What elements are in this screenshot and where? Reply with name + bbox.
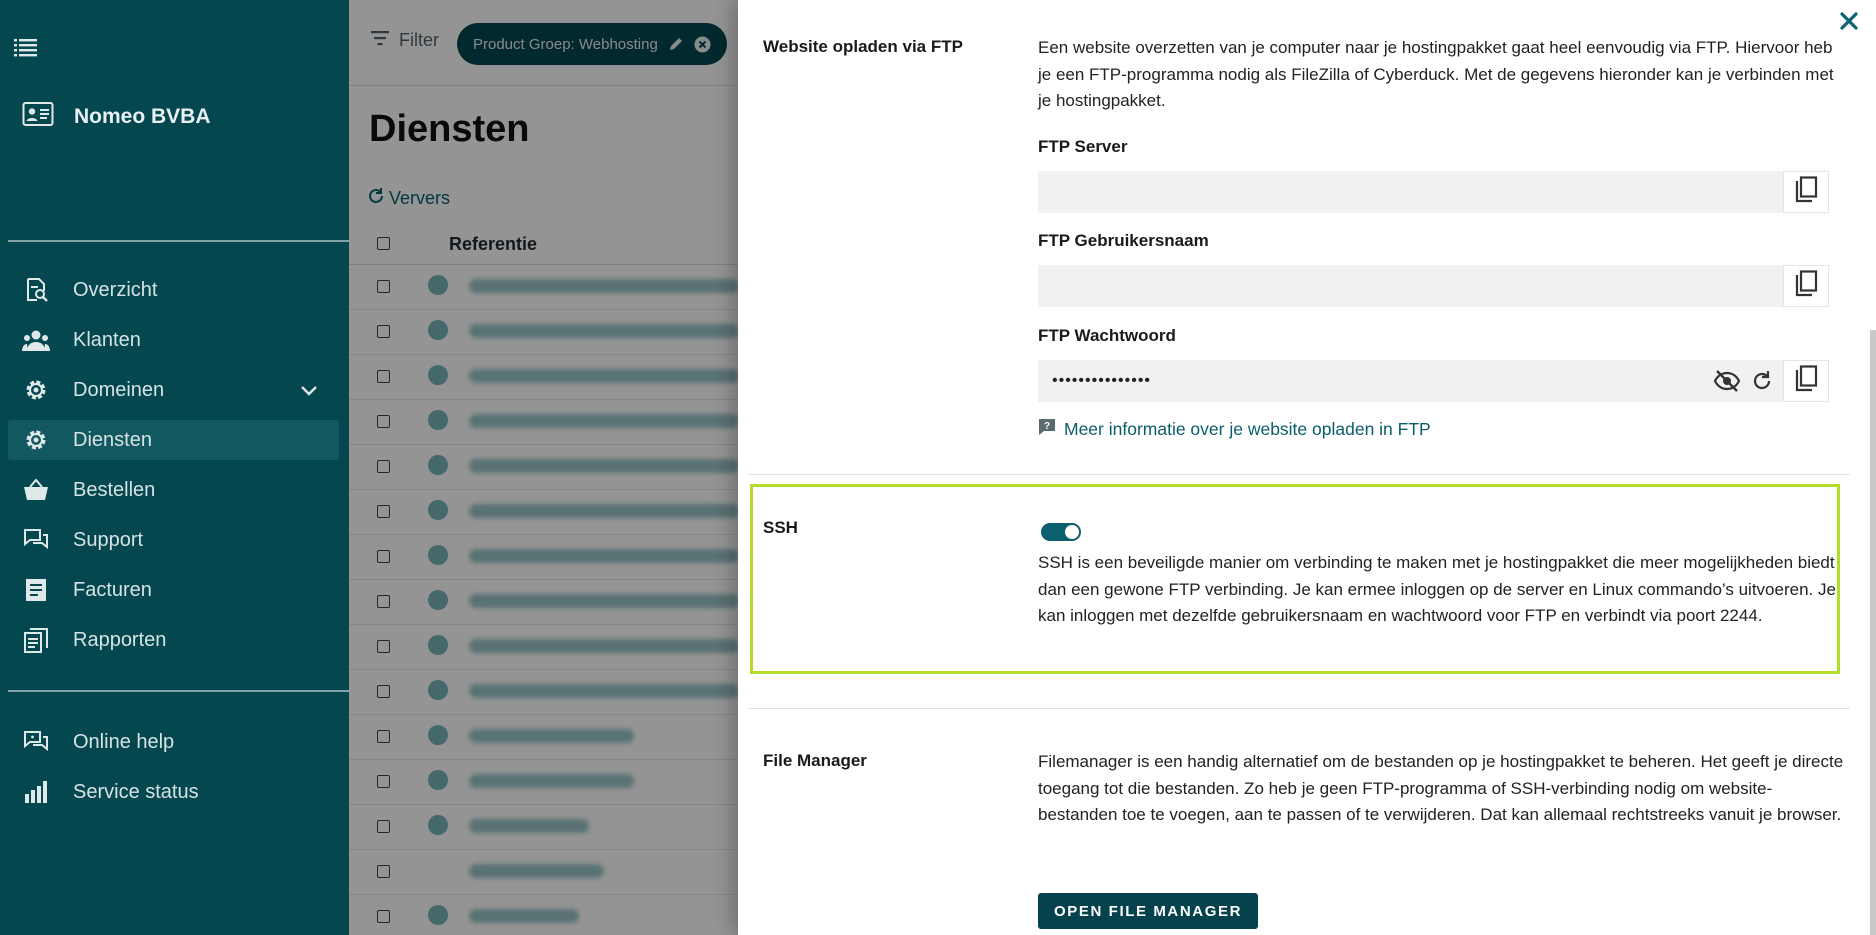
ssh-section-title: SSH <box>763 518 798 537</box>
bar-chart-icon <box>22 778 50 806</box>
search-document-icon <box>22 276 50 304</box>
modal-backdrop[interactable] <box>349 0 738 935</box>
chevron-down-icon[interactable] <box>299 380 319 405</box>
sidebar-divider <box>8 690 349 692</box>
section-divider <box>748 474 1850 475</box>
ftp-info-link-label: Meer informatie over je website opladen … <box>1064 419 1431 439</box>
gear-icon <box>22 376 50 404</box>
ftp-password-input[interactable] <box>1038 360 1783 402</box>
sidebar-item-overzicht[interactable]: Overzicht <box>8 270 339 310</box>
filemanager-description: Filemanager is een handig alternatief om… <box>1038 752 1844 824</box>
sidebar-item-label: Service status <box>73 780 199 803</box>
company-switcher[interactable]: Nomeo BVBA <box>22 100 211 133</box>
service-detail-drawer: Website opladen via FTP Een website over… <box>738 0 1876 935</box>
ssh-description: SSH is een beveiligde manier om verbindi… <box>1038 553 1836 625</box>
sidebar-item-label: Overzicht <box>73 278 158 301</box>
ftp-password-label: FTP Wachtwoord <box>1038 326 1176 345</box>
open-file-manager-button[interactable]: OPEN FILE MANAGER <box>1038 893 1259 929</box>
help-bubble-icon: ? <box>1038 418 1056 441</box>
gear-icon <box>22 426 50 454</box>
sidebar-item-bestellen[interactable]: Bestellen <box>8 470 339 510</box>
section-divider <box>748 708 1850 709</box>
sidebar-item-label: Facturen <box>73 578 152 601</box>
menu-list-icon[interactable] <box>14 36 42 62</box>
sidebar-nav-bottom: Online help Service status <box>8 722 339 822</box>
copy-ftp-server-button[interactable] <box>1783 171 1829 213</box>
ftp-server-label: FTP Server <box>1038 137 1128 156</box>
close-icon[interactable] <box>1832 4 1866 38</box>
ftp-password-field[interactable] <box>1038 360 1783 402</box>
sidebar-item-label: Bestellen <box>73 478 156 501</box>
copy-ftp-password-button[interactable] <box>1783 360 1829 402</box>
sidebar: Nomeo BVBA Overzicht Klanten Domeinen Di… <box>0 0 349 935</box>
ftp-username-field[interactable] <box>1038 265 1783 307</box>
sidebar-divider <box>8 240 349 242</box>
sidebar-item-label: Support <box>73 528 144 551</box>
ssh-toggle-knob <box>1065 525 1079 539</box>
basket-icon <box>22 476 50 504</box>
company-name: Nomeo BVBA <box>74 104 211 128</box>
company-card-icon <box>22 100 54 133</box>
sidebar-item-service-status[interactable]: Service status <box>8 772 339 812</box>
svg-text:?: ? <box>1044 421 1050 432</box>
eye-off-icon[interactable] <box>1713 369 1741 398</box>
copy-ftp-username-button[interactable] <box>1783 265 1829 307</box>
reports-icon <box>22 626 50 654</box>
invoice-icon <box>22 576 50 604</box>
sidebar-item-klanten[interactable]: Klanten <box>8 320 339 360</box>
sidebar-item-label: Domeinen <box>73 378 165 401</box>
filemanager-section-title: File Manager <box>763 751 867 770</box>
copy-icon <box>1794 175 1818 209</box>
sidebar-item-online-help[interactable]: Online help <box>8 722 339 762</box>
sidebar-item-label: Online help <box>73 730 175 753</box>
ftp-server-field[interactable] <box>1038 171 1783 213</box>
sidebar-item-label: Rapporten <box>73 628 167 651</box>
sidebar-item-label: Klanten <box>73 328 141 351</box>
ftp-description: Een website overzetten van je computer n… <box>1038 38 1834 110</box>
ftp-server-input[interactable] <box>1038 171 1783 213</box>
drawer-scrollbar[interactable] <box>1870 330 1876 935</box>
copy-icon <box>1794 364 1818 398</box>
copy-icon <box>1794 269 1818 303</box>
ftp-info-link[interactable]: ? Meer informatie over je website oplade… <box>1038 418 1431 441</box>
help-chat-icon <box>22 728 50 756</box>
people-icon <box>22 326 50 354</box>
sidebar-item-rapporten[interactable]: Rapporten <box>8 620 339 660</box>
sidebar-item-support[interactable]: Support <box>8 520 339 560</box>
ftp-username-label: FTP Gebruikersnaam <box>1038 231 1209 250</box>
sidebar-item-domeinen[interactable]: Domeinen <box>8 370 339 410</box>
ftp-section-title: Website opladen via FTP <box>763 37 963 56</box>
sidebar-item-diensten[interactable]: Diensten <box>8 420 339 460</box>
sidebar-item-facturen[interactable]: Facturen <box>8 570 339 610</box>
chat-icon <box>22 526 50 554</box>
regenerate-icon[interactable] <box>1750 369 1774 398</box>
ssh-toggle[interactable] <box>1041 523 1081 541</box>
ftp-username-input[interactable] <box>1038 265 1783 307</box>
sidebar-nav-main: Overzicht Klanten Domeinen Diensten Best… <box>8 270 339 670</box>
sidebar-item-label: Diensten <box>73 428 152 451</box>
